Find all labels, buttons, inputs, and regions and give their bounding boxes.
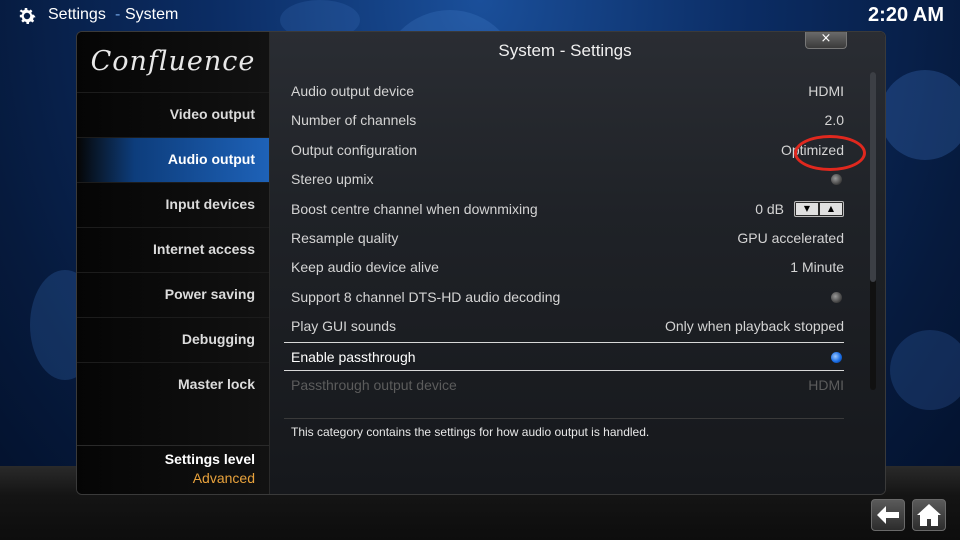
breadcrumb-separator: - — [115, 6, 121, 23]
setting-row-number-of-channels[interactable]: Number of channels 2.0 — [284, 106, 844, 135]
close-icon: × — [820, 31, 832, 46]
setting-value: 2.0 — [824, 112, 844, 129]
setting-value: Only when playback stopped — [665, 318, 844, 335]
setting-row-stereo-upmix[interactable]: Stereo upmix — [284, 165, 844, 194]
back-arrow-icon — [877, 506, 899, 524]
dialog-title: System - Settings — [498, 41, 632, 60]
sidebar-item-master-lock[interactable]: Master lock — [77, 362, 269, 407]
setting-label: Stereo upmix — [291, 171, 374, 188]
setting-value: GPU accelerated — [737, 229, 844, 246]
setting-label: Number of channels — [291, 112, 417, 129]
setting-row-enable-passthrough[interactable]: Enable passthrough — [284, 341, 844, 371]
breadcrumb-section: Settings — [48, 6, 106, 23]
breadcrumb-subsection: System — [125, 6, 179, 23]
setting-label: Boost centre channel when downmixing — [291, 200, 538, 217]
background-bokeh — [880, 70, 960, 160]
setting-value: HDMI — [808, 376, 844, 393]
spin-up-button[interactable]: ▲ — [820, 202, 842, 215]
radio-toggle-on-icon[interactable] — [831, 351, 842, 363]
setting-value: 1 Minute — [790, 259, 844, 276]
spin-control: ▼ ▲ — [794, 200, 844, 217]
category-menu: Video output Audio output Input devices … — [77, 92, 269, 407]
setting-label: Support 8 channel DTS-HD audio decoding — [291, 288, 561, 305]
setting-row-passthrough-output-device: Passthrough output device HDMI — [284, 371, 844, 400]
settings-level-value: Advanced — [192, 470, 255, 486]
sidebar-item-input-devices[interactable]: Input devices — [77, 182, 269, 227]
back-button[interactable] — [871, 499, 905, 531]
sidebar-item-video-output[interactable]: Video output — [77, 92, 269, 137]
setting-label: Keep audio device alive — [291, 259, 439, 276]
category-description: This category contains the settings for … — [291, 425, 650, 439]
scrollbar-thumb[interactable] — [870, 72, 876, 282]
setting-label: Passthrough output device — [291, 376, 457, 393]
setting-row-boost-centre-channel[interactable]: Boost centre channel when downmixing 0 d… — [284, 195, 844, 224]
sidebar-item-label: Internet access — [153, 241, 255, 257]
home-icon — [917, 504, 941, 526]
annotation-circle — [794, 135, 866, 171]
home-button[interactable] — [912, 499, 946, 531]
close-button[interactable]: × — [805, 32, 847, 49]
clock: 2:20 AM — [868, 4, 944, 26]
background-bokeh — [890, 330, 960, 410]
spin-down-button[interactable]: ▼ — [796, 202, 818, 215]
setting-row-dts-hd-decoding[interactable]: Support 8 channel DTS-HD audio decoding — [284, 283, 844, 312]
setting-row-keep-audio-device-alive[interactable]: Keep audio device alive 1 Minute — [284, 253, 844, 282]
sidebar-item-label: Master lock — [177, 376, 255, 392]
setting-label: Audio output device — [291, 83, 414, 99]
sidebar-item-label: Audio output — [167, 151, 255, 167]
sidebar: Confluence Video output Audio output Inp… — [77, 32, 270, 494]
settings-content: System - Settings × Audio output device … — [270, 32, 885, 494]
settings-list: Audio output device HDMI Number of chann… — [284, 77, 844, 400]
setting-row-play-gui-sounds[interactable]: Play GUI sounds Only when playback stopp… — [284, 312, 844, 341]
radio-toggle-off-icon[interactable] — [831, 291, 842, 303]
skin-logo: Confluence — [90, 46, 256, 77]
settings-level-button[interactable]: Settings level Advanced — [77, 445, 269, 494]
setting-row-resample-quality[interactable]: Resample quality GPU accelerated — [284, 224, 844, 253]
sidebar-item-audio-output[interactable]: Audio output — [77, 137, 269, 182]
settings-level-title: Settings level — [164, 451, 255, 467]
setting-row-output-configuration[interactable]: Output configuration Optimized — [284, 136, 844, 165]
sidebar-item-label: Power saving — [164, 286, 255, 302]
gear-icon — [19, 8, 36, 24]
sidebar-item-label: Video output — [169, 106, 255, 122]
divider — [284, 418, 844, 419]
top-bar: Settings - System 2:20 AM — [0, 0, 960, 32]
sidebar-item-label: Debugging — [181, 331, 255, 347]
setting-label: Play GUI sounds — [291, 318, 397, 335]
setting-value: 0 dB — [755, 200, 784, 217]
setting-label: Output configuration — [291, 141, 418, 158]
radio-toggle-off-icon[interactable] — [831, 174, 842, 186]
setting-row-audio-output-device[interactable]: Audio output device HDMI — [284, 77, 844, 106]
setting-label: Enable passthrough — [291, 348, 416, 365]
sidebar-item-debugging[interactable]: Debugging — [77, 317, 269, 362]
sidebar-item-internet-access[interactable]: Internet access — [77, 227, 269, 272]
sidebar-item-power-saving[interactable]: Power saving — [77, 272, 269, 317]
settings-panel: Confluence Video output Audio output Inp… — [76, 31, 886, 495]
setting-value: HDMI — [808, 83, 844, 99]
sidebar-item-label: Input devices — [165, 196, 255, 212]
scrollbar[interactable] — [870, 72, 876, 390]
setting-label: Resample quality — [291, 229, 399, 246]
